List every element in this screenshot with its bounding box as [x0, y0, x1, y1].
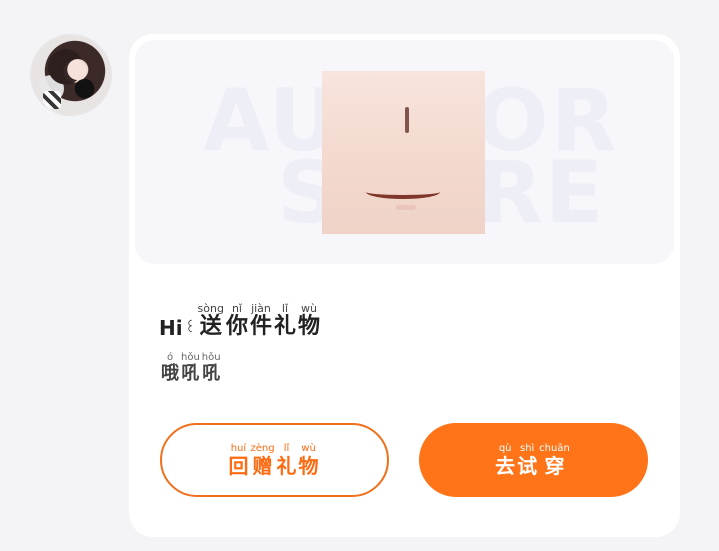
button-word: zèng 赠: [250, 443, 275, 478]
pinyin: shì: [520, 443, 535, 454]
greeting-message: Hi ꒰ sòng 送 nǐ 你 jiàn 件 lǐ 礼 wù 物: [159, 298, 322, 338]
pinyin: zèng: [250, 443, 275, 454]
hanzi: 送: [199, 314, 222, 339]
hanzi: 物: [298, 314, 321, 339]
sender-avatar[interactable]: [31, 35, 111, 115]
hanzi: 赠: [252, 454, 273, 478]
hanzi: 吼: [181, 363, 200, 384]
button-word: shì 试: [517, 443, 538, 478]
button-word: wù 物: [298, 443, 319, 478]
greeting-word: nǐ 你: [226, 303, 248, 338]
hanzi: 礼: [273, 314, 296, 339]
pinyin: ó: [166, 352, 174, 363]
hanzi: 回: [228, 454, 249, 478]
greeting-emoji-icon: ꒰: [184, 320, 196, 336]
hanzi: 件: [249, 314, 272, 339]
avatar-stripe-pattern: [43, 91, 61, 109]
pinyin: lǐ: [283, 443, 290, 454]
button-word: qù 去: [495, 443, 516, 478]
hanzi: 物: [298, 454, 319, 478]
try-on-button[interactable]: qù 去 shì 试 chuān 穿: [419, 423, 648, 497]
button-word: lǐ 礼: [276, 443, 297, 478]
greeting-word: sòng 送: [198, 303, 224, 338]
pinyin: hǒu: [181, 352, 200, 363]
return-gift-button[interactable]: huí 回 zèng 赠 lǐ 礼 wù 物: [160, 423, 389, 497]
pinyin: hǒu: [201, 352, 221, 363]
greeting-word: jiàn 件: [250, 303, 272, 338]
pinyin: nǐ: [231, 302, 242, 315]
gift-item-face-image: [322, 71, 485, 234]
button-word: huí 回: [228, 443, 249, 478]
greeting-word: wù 物: [298, 303, 320, 338]
greeting-hi: Hi: [159, 316, 183, 340]
pinyin: chuān: [539, 443, 570, 454]
hanzi: 试: [517, 454, 538, 478]
pinyin: qù: [498, 443, 512, 454]
sub-word: ó 哦: [161, 353, 179, 383]
pinyin: wù: [301, 302, 317, 315]
pinyin: wù: [301, 443, 316, 454]
hanzi: 礼: [276, 454, 297, 478]
greeting-word: lǐ 礼: [274, 303, 296, 338]
hanzi: 去: [495, 454, 516, 478]
sub-word: hǒu 吼: [181, 353, 200, 383]
face-mouth: [366, 185, 440, 199]
button-word: chuān 穿: [539, 443, 570, 478]
hanzi: 吼: [202, 363, 221, 384]
item-preview: AUTHOR STORE: [135, 40, 674, 264]
sub-word: hǒu 吼: [202, 353, 221, 383]
face-nose: [405, 107, 409, 133]
face-lip-highlight: [396, 205, 416, 210]
sub-message: ó 哦 hǒu 吼 hǒu 吼: [161, 353, 223, 383]
hanzi: 穿: [544, 454, 565, 478]
pinyin: huí: [230, 443, 247, 454]
hanzi: 你: [225, 314, 248, 339]
pinyin: lǐ: [281, 302, 289, 315]
pinyin: jiàn: [251, 302, 271, 315]
pinyin: sòng: [197, 302, 224, 315]
hanzi: 哦: [161, 363, 179, 384]
